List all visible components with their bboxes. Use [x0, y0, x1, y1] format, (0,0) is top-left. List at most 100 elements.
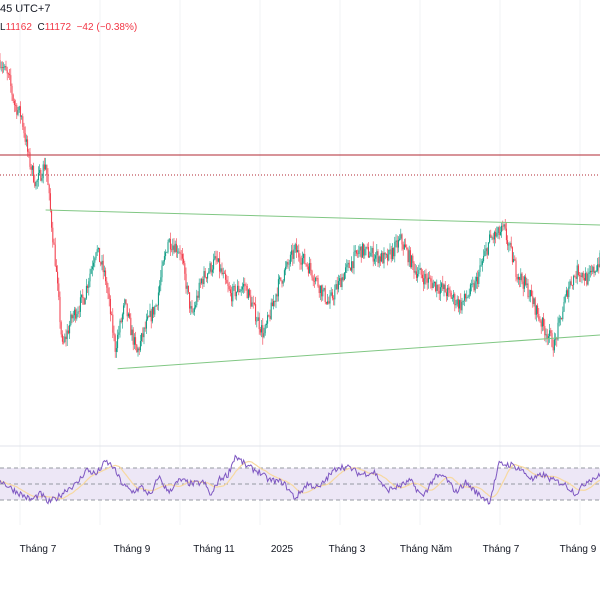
- candle-body: [475, 276, 477, 282]
- x-tick-label: Tháng 11: [193, 544, 235, 555]
- candle-body: [469, 284, 471, 295]
- candle-body: [561, 317, 563, 320]
- candle-body: [61, 334, 63, 342]
- candle-body: [174, 243, 176, 253]
- candle-body: [454, 294, 456, 306]
- candle-body: [373, 258, 375, 262]
- candle-body: [544, 326, 546, 336]
- candle-body: [340, 278, 342, 288]
- candle-body: [550, 330, 552, 334]
- candle-body: [118, 332, 120, 335]
- candle-body: [238, 285, 240, 293]
- candle-body: [493, 231, 495, 240]
- candle-body: [414, 271, 416, 273]
- candle-body: [435, 281, 437, 291]
- candle-body: [573, 276, 575, 286]
- candle-body: [330, 292, 332, 296]
- candle-body: [241, 286, 243, 290]
- candle-body: [480, 264, 482, 266]
- candle-body: [154, 306, 156, 315]
- candle-body: [505, 228, 507, 241]
- candle-body: [100, 262, 102, 265]
- x-tick-label: Tháng 7: [483, 544, 520, 555]
- candle-body: [34, 182, 36, 187]
- candle-body: [57, 271, 59, 284]
- candle-body: [132, 329, 134, 345]
- candle-body: [157, 292, 159, 306]
- candle-body: [243, 283, 245, 287]
- candle-body: [232, 286, 234, 302]
- candle-body: [491, 237, 493, 239]
- price-chart[interactable]: Tháng 7 Tháng 9 Tháng 11 2025 Tháng 3 Tháng N…: [0, 0, 600, 600]
- candle-body: [403, 244, 405, 250]
- candle-body: [583, 277, 585, 281]
- candle-body: [568, 286, 570, 298]
- x-tick-label: 2025: [271, 544, 294, 555]
- candle-body: [436, 284, 438, 291]
- candle-body: [516, 276, 518, 280]
- candle-body: [27, 139, 29, 152]
- candle-body: [423, 278, 425, 285]
- candle-body: [354, 250, 356, 252]
- trendline-0: [45, 209, 600, 226]
- candle-body: [370, 252, 372, 257]
- candle-body: [364, 249, 366, 256]
- candle-body: [223, 272, 225, 274]
- candle-body: [582, 272, 584, 278]
- candle-body: [156, 305, 158, 306]
- candle-body: [285, 266, 287, 271]
- candle-body: [439, 287, 441, 294]
- candle-body: [430, 278, 432, 282]
- candle-body: [251, 302, 253, 307]
- candle-body: [586, 273, 588, 285]
- candle-body: [46, 164, 48, 176]
- candle-body: [487, 242, 489, 255]
- candle-body: [400, 234, 402, 239]
- candle-body: [358, 250, 360, 254]
- candle-body: [592, 266, 594, 272]
- candle-body: [515, 260, 517, 277]
- candle-body: [216, 258, 218, 262]
- candle-body: [69, 325, 71, 334]
- candle-body: [120, 320, 122, 322]
- candle-body: [336, 284, 338, 290]
- candle-body: [77, 311, 79, 314]
- candle-body: [253, 302, 255, 305]
- candle-body: [177, 251, 179, 253]
- candle-body: [412, 255, 414, 263]
- candle-body: [474, 281, 476, 291]
- candle-body: [107, 287, 109, 294]
- candle-body: [191, 306, 193, 313]
- candle-body: [581, 272, 583, 277]
- candle-body: [231, 293, 233, 302]
- candle-body: [40, 169, 42, 181]
- candle-body: [406, 247, 408, 250]
- candle-body: [378, 256, 380, 264]
- candle-body: [4, 65, 6, 68]
- candle-body: [461, 301, 463, 311]
- candle-body: [277, 279, 279, 297]
- candle-body: [250, 295, 252, 307]
- candle-body: [265, 323, 267, 325]
- candle-body: [438, 290, 440, 294]
- candle-body: [384, 252, 386, 255]
- candle-body: [234, 285, 236, 297]
- x-tick-label: Tháng 3: [329, 544, 366, 555]
- candle-body: [203, 271, 205, 285]
- candle-body: [148, 316, 150, 317]
- candle-body: [99, 247, 101, 263]
- candle-body: [335, 284, 337, 290]
- candle-body: [169, 238, 171, 250]
- candle-body: [507, 240, 509, 246]
- candle-body: [311, 270, 313, 278]
- candle-body: [259, 329, 261, 333]
- candle-body: [312, 277, 314, 282]
- candle-body: [346, 264, 348, 268]
- candle-body: [295, 244, 297, 253]
- candle-body: [263, 333, 265, 338]
- candle-body: [31, 165, 33, 170]
- candle-body: [587, 273, 589, 285]
- candle-body: [129, 313, 131, 318]
- candle-body: [33, 165, 35, 183]
- candle-body: [317, 278, 319, 287]
